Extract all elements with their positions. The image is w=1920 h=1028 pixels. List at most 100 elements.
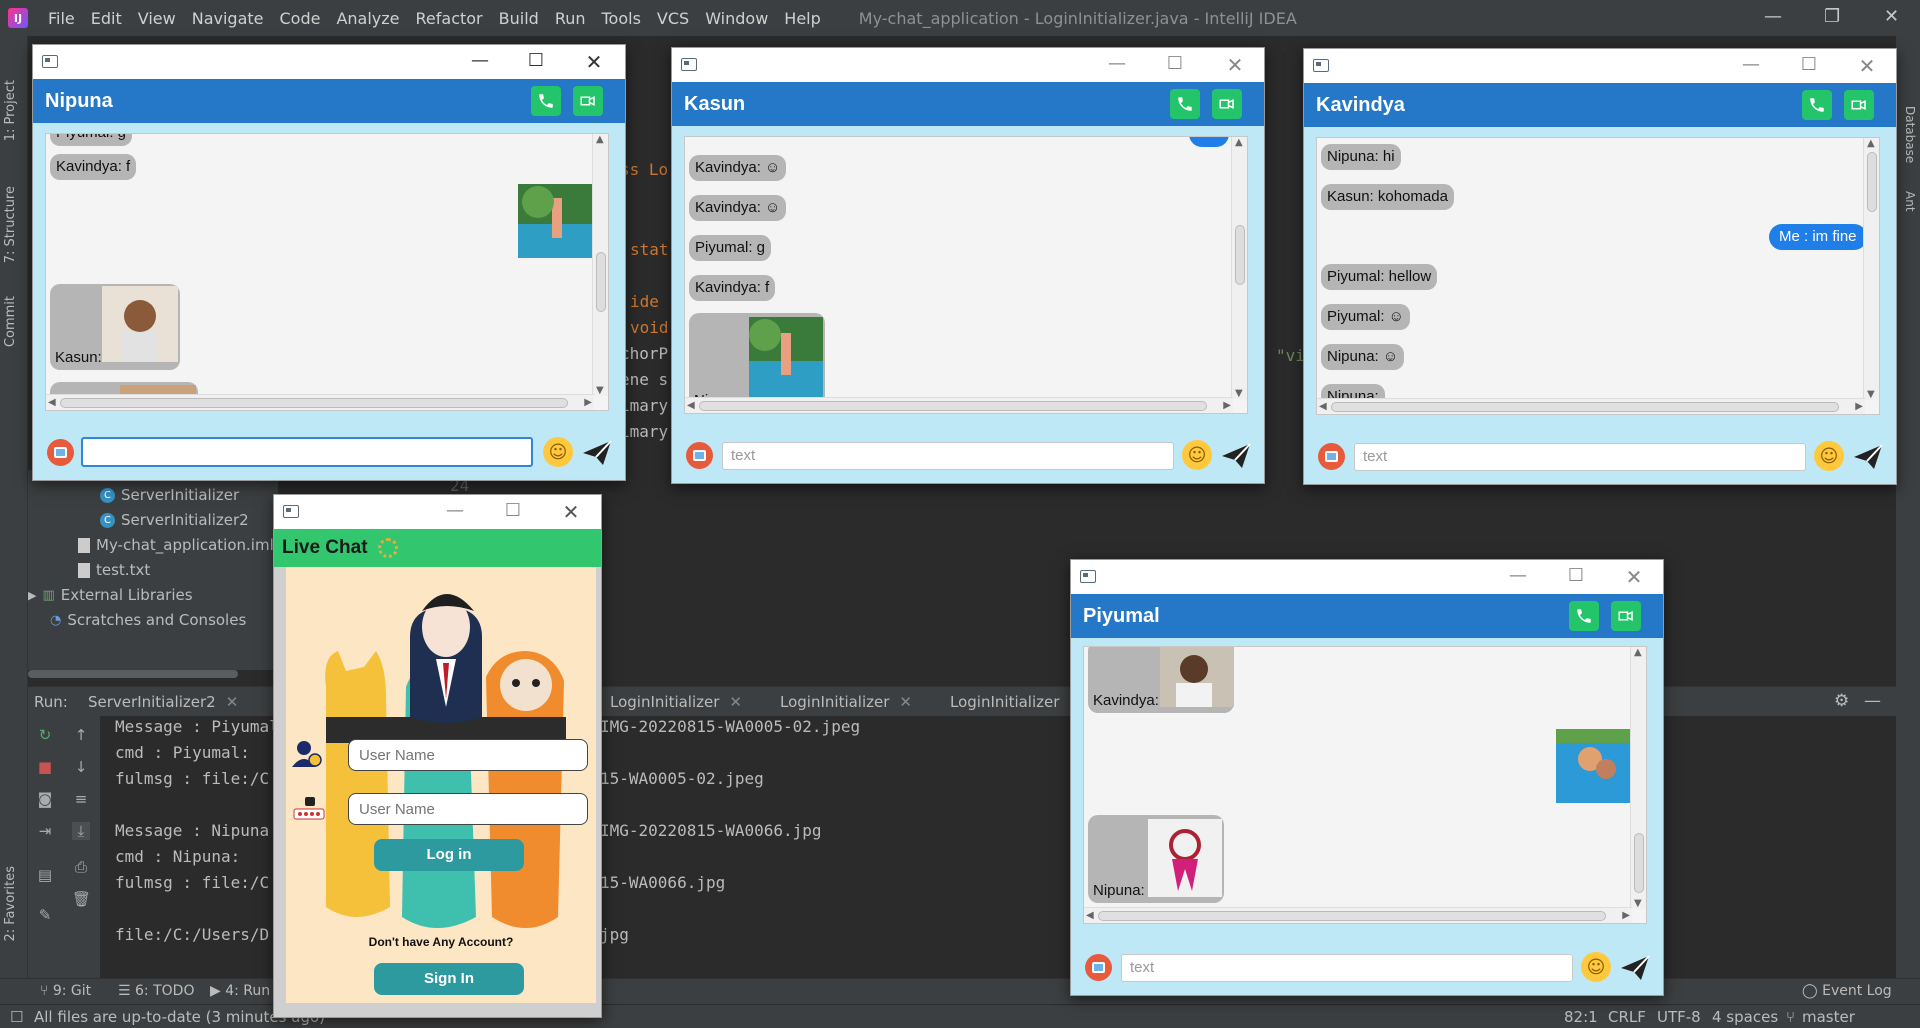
horizontal-scrollbar[interactable]: ◀ ▶ <box>685 397 1233 413</box>
layout-icon[interactable]: ▤ <box>36 866 54 884</box>
attach-image-button[interactable] <box>47 439 74 466</box>
scroll-thumb[interactable] <box>1634 833 1644 893</box>
maximize-button[interactable]: ☐ <box>1164 53 1186 74</box>
image-message[interactable]: Kavindya: <box>1088 647 1234 713</box>
scroll-to-end-icon[interactable]: ⤓ <box>72 822 90 840</box>
menu-refactor[interactable]: Refactor <box>408 9 491 28</box>
scroll-up-icon[interactable]: ▲ <box>1634 647 1642 658</box>
emoji-button[interactable]: ☺ <box>1581 952 1611 982</box>
run-tab[interactable]: LoginInitializer <box>950 693 1059 711</box>
menu-run[interactable]: Run <box>547 9 594 28</box>
ide-restore-button[interactable]: ❐ <box>1824 6 1840 27</box>
video-call-button[interactable] <box>573 86 603 116</box>
vertical-scrollbar[interactable]: ▲ ▼ <box>1630 647 1646 909</box>
attach-image-button[interactable] <box>686 442 713 469</box>
scroll-right-icon[interactable]: ▶ <box>1855 401 1863 412</box>
pin-icon[interactable]: ✎ <box>36 906 54 924</box>
scroll-down-icon[interactable]: ▼ <box>1867 389 1875 400</box>
tree-item[interactable]: C ServerInitializer <box>100 486 239 504</box>
menu-tools[interactable]: Tools <box>594 9 649 28</box>
video-call-button[interactable] <box>1611 601 1641 631</box>
scroll-left-icon[interactable]: ◀ <box>1086 910 1094 921</box>
close-button[interactable]: ✕ <box>1623 565 1645 589</box>
scroll-down-icon[interactable]: ▼ <box>596 385 604 396</box>
emoji-button[interactable]: ☺ <box>1182 440 1212 470</box>
username-input[interactable] <box>348 739 588 771</box>
minimize-button[interactable]: — <box>444 500 466 521</box>
message-list[interactable]: Kavindya: Nipuna: ▲ ▼ ◀ ▶ <box>1083 646 1647 924</box>
restore-layout-icon[interactable]: ⇥ <box>36 822 54 840</box>
tab-structure[interactable]: 7: Structure <box>3 186 18 263</box>
run-tab[interactable]: LoginInitializer ✕ <box>610 693 742 711</box>
close-button[interactable]: ✕ <box>1224 53 1246 77</box>
message-input[interactable]: text <box>1121 954 1573 982</box>
tab-favorites[interactable]: 2: Favorites <box>3 866 18 942</box>
scroll-up-icon[interactable]: ▲ <box>596 134 604 145</box>
cursor-position[interactable]: 82:1 <box>1564 1008 1598 1026</box>
message-list[interactable]: Kavindya: ☺ Kavindya: ☺ Piyumal: g Kavin… <box>684 136 1248 414</box>
todo-tab[interactable]: ☰ 6: TODO <box>118 983 194 999</box>
window-titlebar[interactable]: — ☐ ✕ <box>1071 560 1663 594</box>
password-input[interactable] <box>348 793 588 825</box>
event-log[interactable]: ◯ Event Log <box>1802 983 1892 999</box>
attach-image-button[interactable] <box>1085 954 1112 981</box>
phone-call-button[interactable] <box>1569 601 1599 631</box>
send-button[interactable] <box>1220 442 1252 470</box>
tree-item[interactable]: My-chat_application.iml <box>78 536 274 554</box>
sign-in-button[interactable]: Sign In <box>374 963 524 995</box>
indent-setting[interactable]: 4 spaces <box>1712 1008 1778 1026</box>
menu-view[interactable]: View <box>130 9 184 28</box>
horizontal-scrollbar[interactable]: ◀ ▶ <box>1317 398 1865 414</box>
phone-call-button[interactable] <box>1170 89 1200 119</box>
image-message[interactable]: Kasun: <box>50 284 180 370</box>
message-list[interactable]: Nipuna: hi Kasun: kohomada Me : im fine … <box>1316 137 1880 415</box>
close-button[interactable]: ✕ <box>560 500 582 524</box>
scroll-down-icon[interactable]: ▼ <box>1235 388 1243 399</box>
sent-photo-river[interactable] <box>518 184 594 258</box>
emoji-button[interactable]: ☺ <box>543 437 573 467</box>
tab-database[interactable]: Database <box>1903 106 1917 163</box>
vertical-scrollbar[interactable]: ▲ ▼ <box>592 134 608 396</box>
scroll-left-icon[interactable]: ◀ <box>687 400 695 411</box>
vertical-scrollbar[interactable]: ▲ ▼ <box>1231 137 1247 399</box>
close-button[interactable]: ✕ <box>583 50 605 74</box>
menu-help[interactable]: Help <box>776 9 828 28</box>
file-encoding[interactable]: UTF-8 <box>1657 1008 1701 1026</box>
tab-commit[interactable]: Commit <box>3 296 18 347</box>
tree-item[interactable]: ▶ ▥ External Libraries <box>28 586 193 604</box>
menu-file[interactable]: File <box>40 9 83 28</box>
scroll-left-icon[interactable]: ◀ <box>48 397 56 408</box>
phone-call-button[interactable] <box>531 86 561 116</box>
scroll-thumb[interactable] <box>1098 911 1606 921</box>
stop-icon[interactable]: ■ <box>36 758 54 776</box>
scroll-thumb[interactable] <box>60 398 568 408</box>
message-input[interactable]: text <box>722 442 1174 470</box>
scroll-up-icon[interactable]: ▲ <box>1867 138 1875 149</box>
video-call-button[interactable] <box>1844 90 1874 120</box>
tab-project[interactable]: 1: Project <box>3 80 18 141</box>
minimize-button[interactable]: — <box>1106 53 1128 74</box>
tree-scrollbar[interactable] <box>28 670 238 678</box>
phone-call-button[interactable] <box>1802 90 1832 120</box>
message-input[interactable] <box>81 437 533 467</box>
minimize-panel-icon[interactable]: — <box>1864 691 1881 711</box>
scroll-down-icon[interactable]: ▼ <box>1634 898 1642 909</box>
menu-build[interactable]: Build <box>491 9 547 28</box>
scroll-left-icon[interactable]: ◀ <box>1319 401 1327 412</box>
menu-analyze[interactable]: Analyze <box>328 9 407 28</box>
close-icon[interactable]: ✕ <box>226 693 239 711</box>
menu-navigate[interactable]: Navigate <box>184 9 272 28</box>
soft-wrap-icon[interactable]: ≡ <box>72 790 90 808</box>
maximize-button[interactable]: ☐ <box>525 50 547 71</box>
send-button[interactable] <box>581 439 613 467</box>
message-input[interactable]: text <box>1354 443 1806 471</box>
send-button[interactable] <box>1852 443 1884 471</box>
window-titlebar[interactable]: — ☐ ✕ <box>672 48 1264 82</box>
window-titlebar[interactable]: — ☐ ✕ <box>274 495 601 529</box>
run-tab[interactable]: ServerInitializer2 ✕ <box>88 693 238 711</box>
ide-close-button[interactable]: ✕ <box>1884 6 1899 27</box>
video-call-button[interactable] <box>1212 89 1242 119</box>
run-tab-bottom[interactable]: ▶ 4: Run <box>210 983 270 999</box>
horizontal-scrollbar[interactable]: ◀ ▶ <box>46 394 594 410</box>
maximize-button[interactable]: ☐ <box>1565 565 1587 586</box>
